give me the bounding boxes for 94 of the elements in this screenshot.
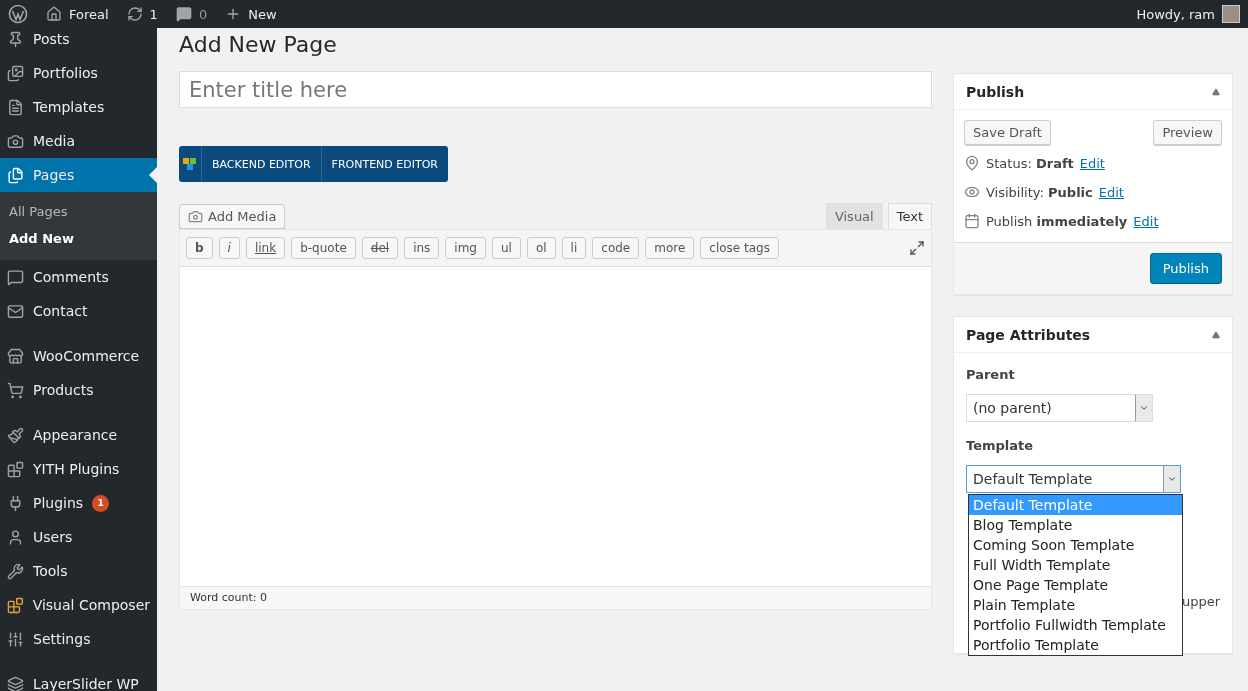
envelope-icon [7, 302, 24, 320]
dropdown-icon [1167, 474, 1177, 484]
paintbrush-icon [7, 426, 24, 444]
refresh-icon [126, 6, 143, 22]
format-button[interactable]: ins [404, 237, 440, 259]
dropdown-icon [1139, 403, 1149, 413]
calendar-icon [964, 213, 980, 229]
menu-item[interactable]: Appearance [0, 418, 157, 452]
blocks-icon [7, 596, 24, 614]
user-icon [7, 528, 24, 546]
pin-icon [7, 30, 24, 48]
count-badge: 1 [92, 494, 110, 512]
menu-item[interactable]: Comments [0, 260, 157, 294]
edit-link[interactable]: Edit [1079, 155, 1105, 171]
menu-item[interactable]: Visual Composer [0, 588, 157, 622]
word-count: Word count: 0 [180, 586, 931, 609]
format-button[interactable]: ul [491, 237, 521, 259]
title-field[interactable]: Enter title here [179, 71, 932, 108]
editor-mode-button[interactable]: FRONTEND EDITOR [321, 146, 448, 182]
page-title: Add New Page [179, 32, 338, 57]
images-icon [7, 64, 24, 82]
comments-link[interactable]: 0 [175, 6, 208, 22]
menu-item[interactable]: Templates [0, 90, 157, 124]
menu-item[interactable]: Contact [0, 294, 157, 328]
format-button[interactable]: b [186, 237, 213, 259]
cart-icon [7, 381, 24, 399]
wordpress-logo-icon[interactable] [8, 4, 28, 24]
blocks-logo-icon [181, 155, 199, 173]
menu-item[interactable]: Tools [0, 554, 157, 588]
avatar [1222, 5, 1240, 23]
collapse-icon[interactable] [1212, 87, 1220, 96]
format-button[interactable]: li [561, 237, 587, 259]
menu-item[interactable]: Plugins 1 [0, 486, 157, 520]
editor-tab[interactable]: Text [887, 203, 932, 229]
parent-label: Parent [966, 367, 1016, 382]
publish-button[interactable]: Publish [1149, 253, 1222, 284]
camera-icon [7, 132, 24, 150]
save-draft-button[interactable]: Save Draft [964, 120, 1051, 145]
menu-item[interactable]: Pages [0, 158, 157, 192]
store-icon [7, 347, 24, 365]
menu-item[interactable]: WooCommerce [0, 339, 157, 373]
plugin-block-icon [7, 460, 24, 478]
panel-title: Publish [966, 83, 1025, 100]
site-link[interactable]: Foreal [46, 6, 109, 22]
collapse-icon[interactable] [1212, 330, 1220, 339]
format-button[interactable]: i [218, 237, 240, 259]
help-text: upper [1181, 594, 1220, 609]
format-button[interactable]: del [361, 237, 399, 259]
format-button[interactable]: code [592, 237, 640, 259]
submenu-item[interactable]: Add New [0, 225, 157, 252]
layers-icon [7, 675, 24, 691]
panel-title: Page Attributes [966, 326, 1091, 343]
pin-icon [964, 155, 980, 171]
menu-item[interactable]: LayerSlider WP [0, 667, 157, 691]
menu-item[interactable]: Products [0, 373, 157, 407]
preview-button[interactable]: Preview [1153, 120, 1222, 145]
format-button[interactable]: close tags [700, 237, 779, 259]
wrench-icon [7, 562, 24, 580]
menu-item[interactable]: Settings [0, 622, 157, 656]
settings-icon [7, 630, 24, 648]
template-select[interactable]: Default Template [966, 465, 1181, 493]
format-button[interactable]: b-quote [291, 237, 356, 259]
new-link[interactable]: New [225, 6, 277, 22]
menu-item[interactable]: Posts [0, 28, 157, 56]
pages-icon [7, 166, 24, 184]
comment-count: 0 [198, 6, 208, 22]
camera-icon [188, 209, 203, 224]
menu-item[interactable]: Portfolios [0, 56, 157, 90]
publish-setting: Publish immediately [986, 213, 1128, 229]
parent-select[interactable]: (no parent) [966, 394, 1153, 422]
account-link[interactable]: Howdy, ram [1136, 5, 1240, 23]
document-icon [7, 98, 24, 116]
publish-setting: Visibility: Public [986, 184, 1093, 200]
editor-tab[interactable]: Visual [825, 203, 883, 229]
format-button[interactable]: ol [526, 237, 556, 259]
format-button[interactable]: more [645, 237, 695, 259]
template-label: Template [966, 438, 1035, 453]
edit-link[interactable]: Edit [1133, 213, 1159, 229]
menu-item[interactable]: YITH Plugins [0, 452, 157, 486]
edit-link[interactable]: Edit [1098, 184, 1124, 200]
fullscreen-icon[interactable] [909, 240, 925, 256]
format-button[interactable]: img [445, 237, 486, 259]
format-button[interactable]: link [245, 237, 286, 259]
home-icon [46, 6, 62, 22]
menu-item[interactable]: Media [0, 124, 157, 158]
updates-link[interactable]: 1 [126, 6, 158, 22]
add-media-button[interactable]: Add Media [179, 204, 286, 229]
comment-icon [7, 268, 24, 286]
eye-icon [964, 184, 980, 200]
editor-mode-button[interactable]: BACKEND EDITOR [201, 146, 322, 182]
menu-item[interactable]: Users [0, 520, 157, 554]
submenu-item[interactable]: All Pages [0, 198, 157, 225]
comment-icon [175, 6, 192, 22]
publish-setting: Status: Draft [986, 155, 1074, 171]
